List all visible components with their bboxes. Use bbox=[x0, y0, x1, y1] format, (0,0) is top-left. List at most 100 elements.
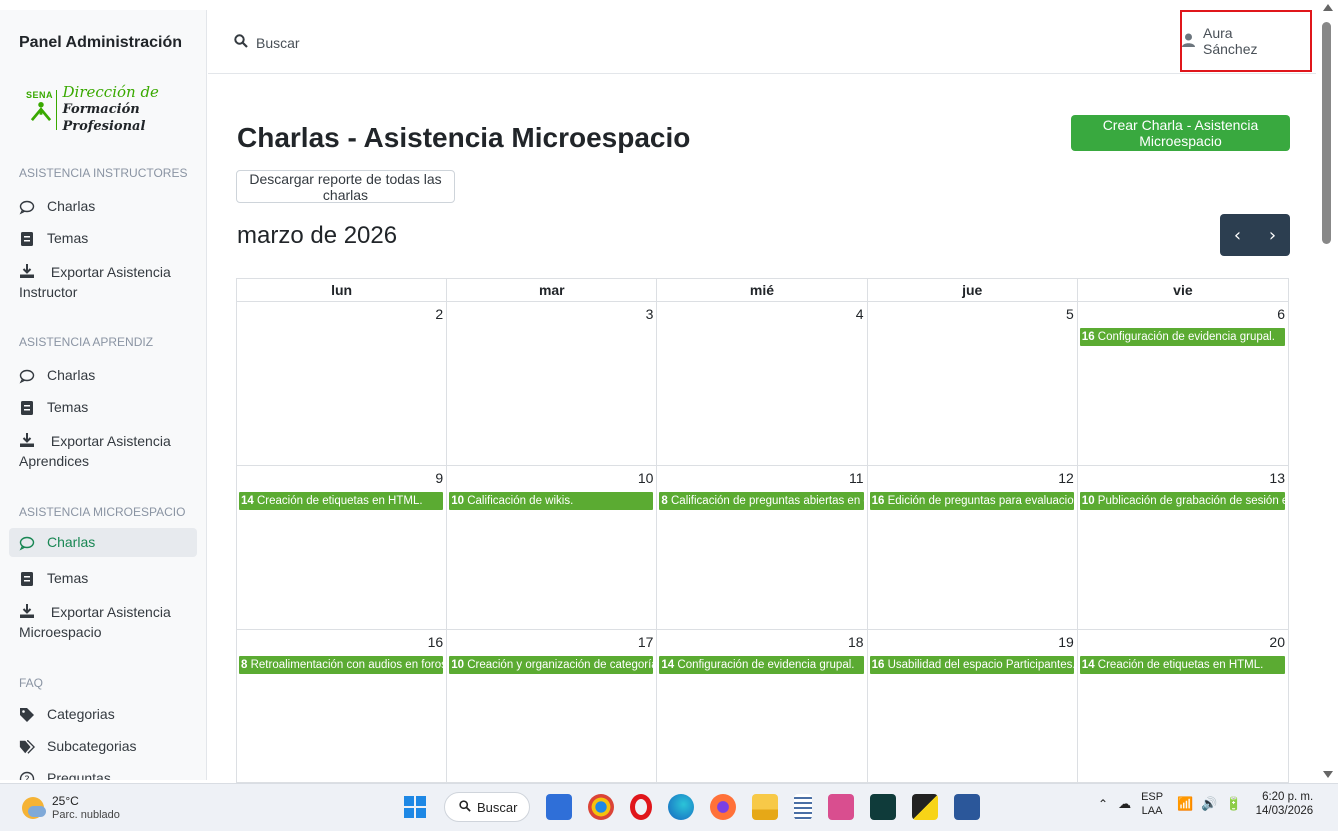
windows-start-icon[interactable] bbox=[404, 796, 426, 818]
chrome-icon[interactable] bbox=[588, 794, 614, 820]
wifi-icon[interactable]: 📶 bbox=[1177, 796, 1193, 812]
month-label: marzo de 2026 bbox=[237, 222, 398, 249]
calendar-day[interactable]: 4 bbox=[657, 302, 868, 465]
calendar-day[interactable]: 13 10 Publicación de grabación de sesión… bbox=[1078, 466, 1288, 629]
search-icon bbox=[459, 799, 471, 815]
section-faq: FAQ bbox=[19, 676, 44, 690]
calendar-event[interactable]: 8 Calificación de preguntas abiertas en … bbox=[659, 492, 864, 510]
download-icon bbox=[19, 603, 35, 619]
day-number[interactable]: 4 bbox=[657, 302, 866, 328]
calendar-event[interactable]: 14 Creación de etiquetas en HTML. bbox=[239, 492, 444, 510]
calendar-event[interactable]: 8 Retroalimentación con audios en foros … bbox=[239, 656, 444, 674]
calendar-event[interactable]: 16 Usabilidad del espacio Participantes. bbox=[869, 656, 1074, 674]
calendar-day[interactable]: 3 bbox=[447, 302, 658, 465]
taskbar-search[interactable]: Buscar bbox=[444, 792, 530, 822]
notepad-icon[interactable] bbox=[794, 794, 812, 820]
sidebar-item-aprendiz-temas[interactable]: Temas bbox=[19, 399, 197, 416]
clock[interactable]: 6:20 p. m. 14/03/2026 bbox=[1256, 790, 1314, 818]
battery-icon[interactable]: 🔋 bbox=[1225, 796, 1241, 812]
day-number[interactable]: 2 bbox=[237, 302, 446, 328]
sidebar-item-exportar-microespacio[interactable]: Exportar Asistencia Microespacio bbox=[19, 602, 197, 642]
calendar-event[interactable]: 16 Edición de preguntas para evaluacione… bbox=[869, 492, 1074, 510]
sidebar-item-aprendiz-charlas[interactable]: Charlas bbox=[19, 367, 197, 384]
user-icon bbox=[1182, 33, 1195, 50]
day-number[interactable]: 18 bbox=[657, 630, 866, 656]
calendar-day[interactable]: 12 16 Edición de preguntas para evaluaci… bbox=[868, 466, 1078, 629]
download-report-button[interactable]: Descargar reporte de todas las charlas bbox=[236, 170, 455, 203]
logo-line1: Dirección de bbox=[62, 83, 159, 101]
user-menu[interactable]: Aura Sánchez bbox=[1180, 10, 1312, 72]
day-number[interactable]: 19 bbox=[868, 630, 1077, 656]
day-number[interactable]: 13 bbox=[1078, 466, 1288, 492]
scrollbar-thumb[interactable] bbox=[1322, 22, 1331, 244]
calendar-day[interactable]: 11 8 Calificación de preguntas abiertas … bbox=[657, 466, 868, 629]
prev-month-button[interactable]: ‹ bbox=[1220, 214, 1255, 256]
day-number[interactable]: 12 bbox=[868, 466, 1077, 492]
day-number[interactable]: 10 bbox=[447, 466, 656, 492]
weekday-header: mar bbox=[447, 279, 658, 302]
calendar-event[interactable]: 14 Configuración de evidencia grupal. bbox=[659, 656, 864, 674]
language-indicator[interactable]: ESP LAA bbox=[1141, 790, 1163, 818]
day-number[interactable]: 9 bbox=[237, 466, 446, 492]
page-scrollbar[interactable] bbox=[1318, 0, 1338, 783]
sidebar-item-preguntas[interactable]: ? Preguntas bbox=[19, 770, 197, 780]
word-icon[interactable] bbox=[954, 794, 980, 820]
sidebar-item-subcategorias[interactable]: Subcategorias bbox=[19, 738, 197, 755]
calendar-day[interactable]: 9 14 Creación de etiquetas en HTML. bbox=[237, 466, 448, 629]
download-icon bbox=[19, 263, 35, 279]
weather-desc: Parc. nublado bbox=[52, 809, 120, 821]
create-charla-button[interactable]: Crear Charla - Asistencia Microespacio bbox=[1071, 115, 1290, 151]
scroll-down-arrow-icon[interactable] bbox=[1323, 771, 1333, 778]
calendar-day[interactable]: 18 14 Configuración de evidencia grupal. bbox=[657, 630, 868, 782]
calendar-day[interactable]: 6 16 Configuración de evidencia grupal. bbox=[1078, 302, 1288, 465]
opera-icon[interactable] bbox=[630, 794, 652, 820]
calendar-day[interactable]: 2 bbox=[237, 302, 448, 465]
sidebar-item-exportar-instructor[interactable]: Exportar Asistencia Instructor bbox=[19, 262, 197, 302]
weather-widget[interactable]: 25°C Parc. nublado bbox=[22, 794, 120, 822]
file-explorer-icon[interactable] bbox=[752, 794, 778, 820]
edge-icon[interactable] bbox=[668, 794, 694, 820]
question-icon: ? bbox=[19, 771, 35, 780]
calendar-day[interactable]: 17 10 Creación y organización de categor… bbox=[447, 630, 658, 782]
calendar-event[interactable]: 14 Creación de etiquetas en HTML. bbox=[1079, 656, 1285, 674]
day-number[interactable]: 17 bbox=[447, 630, 656, 656]
calendar-event[interactable]: 10 Creación y organización de categorías… bbox=[449, 656, 654, 674]
chevron-up-icon[interactable]: ⌃ bbox=[1098, 797, 1108, 811]
day-number[interactable]: 16 bbox=[237, 630, 446, 656]
svg-text:?: ? bbox=[24, 775, 29, 781]
sidebar-item-categorias[interactable]: Categorias bbox=[19, 706, 197, 723]
sidebar-item-exportar-aprendices[interactable]: Exportar Asistencia Aprendices bbox=[19, 431, 197, 471]
calendar-day[interactable]: 20 14 Creación de etiquetas en HTML. bbox=[1078, 630, 1288, 782]
day-number[interactable]: 20 bbox=[1078, 630, 1288, 656]
volume-icon[interactable]: 🔊 bbox=[1201, 796, 1217, 812]
day-number[interactable]: 3 bbox=[447, 302, 656, 328]
day-number[interactable]: 11 bbox=[657, 466, 866, 492]
sidebar-item-microespacio-temas[interactable]: Temas bbox=[19, 570, 197, 587]
calendar-week: 16 8 Retroalimentación con audios en for… bbox=[237, 630, 1288, 782]
app-dark-icon[interactable] bbox=[870, 794, 896, 820]
calendar-day[interactable]: 19 16 Usabilidad del espacio Participant… bbox=[868, 630, 1078, 782]
recorder-icon[interactable] bbox=[828, 794, 854, 820]
next-month-button[interactable]: › bbox=[1255, 214, 1290, 256]
search-box[interactable]: Buscar bbox=[234, 34, 300, 51]
sticky-notes-icon[interactable] bbox=[912, 794, 938, 820]
app-m-icon[interactable] bbox=[546, 794, 572, 820]
calendar-event[interactable]: 10 Publicación de grabación de sesión en… bbox=[1079, 492, 1285, 510]
day-number[interactable]: 6 bbox=[1078, 302, 1288, 328]
calendar-day[interactable]: 10 10 Calificación de wikis. bbox=[447, 466, 658, 629]
sidebar-item-instructores-temas[interactable]: Temas bbox=[19, 230, 197, 247]
calendar-event[interactable]: 10 Calificación de wikis. bbox=[449, 492, 654, 510]
chat-icon bbox=[19, 368, 35, 384]
calendar-event[interactable]: 16 Configuración de evidencia grupal. bbox=[1079, 328, 1285, 346]
sidebar-item-instructores-charlas[interactable]: Charlas bbox=[19, 198, 197, 215]
calendar-day[interactable]: 16 8 Retroalimentación con audios en for… bbox=[237, 630, 448, 782]
day-number[interactable]: 5 bbox=[868, 302, 1077, 328]
scroll-up-arrow-icon[interactable] bbox=[1323, 4, 1333, 11]
system-tray: ⌃ ☁ ESP LAA 📶 🔊 🔋 6:20 p. m. 14/03/2026 bbox=[1098, 790, 1313, 818]
sidebar-item-microespacio-charlas[interactable]: Charlas bbox=[9, 528, 197, 557]
firefox-icon[interactable] bbox=[710, 794, 736, 820]
onedrive-icon[interactable]: ☁ bbox=[1118, 796, 1131, 812]
calendar-day[interactable]: 5 bbox=[868, 302, 1078, 465]
download-icon bbox=[19, 432, 35, 448]
section-asistencia-aprendiz: ASISTENCIA APRENDIZ bbox=[19, 335, 154, 349]
